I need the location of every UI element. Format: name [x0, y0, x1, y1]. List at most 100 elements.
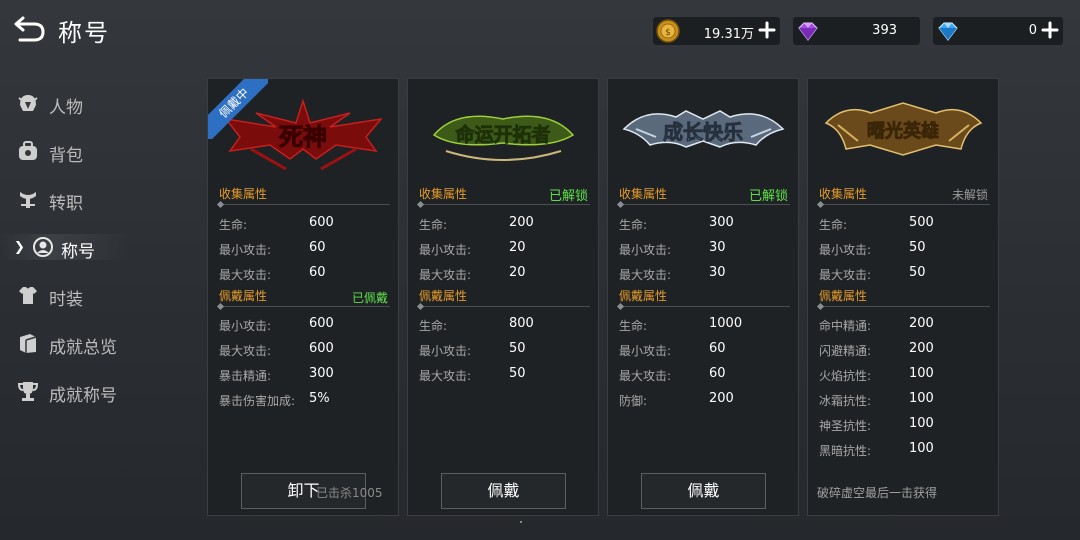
purple-gem-currency: 393 [793, 17, 920, 45]
stat-row: 暴击伤害加成: 5% [219, 391, 330, 408]
destiny-pioneer-emblem: 命运开拓者 [432, 115, 575, 161]
emblem-text: 曙光英雄 [867, 120, 939, 142]
divider-dot [216, 200, 225, 209]
sidebar-item-label: 称号 [61, 242, 95, 262]
stat-row: 命中精通: 200 [819, 316, 934, 333]
equip-button[interactable]: 佩戴 [441, 473, 566, 509]
stat-row: 生命: 1000 [619, 316, 743, 333]
svg-text:$: $ [665, 28, 671, 38]
trophy-icon [17, 382, 39, 401]
stat-row: 生命: 200 [419, 215, 534, 232]
costume-icon [19, 287, 37, 304]
stat-row: 最小攻击: 60 [619, 341, 726, 358]
divider [619, 306, 790, 307]
chevron-right-icon: ❯ [14, 240, 25, 255]
sidebar-item-title[interactable]: ❯ 称号 [0, 226, 200, 266]
stat-row: 最大攻击: 20 [419, 265, 526, 282]
emblem-text: 死神 [279, 123, 327, 151]
stat-row: 生命: 300 [619, 215, 734, 232]
back-button[interactable] [14, 14, 46, 44]
sidebar-item-label: 转职 [49, 194, 83, 214]
title-icon [33, 237, 53, 257]
collect-attributes-label: 收集属性 [419, 187, 468, 201]
divider [419, 204, 590, 205]
add-gold-button[interactable] [757, 19, 777, 41]
divider [819, 204, 990, 205]
wear-attributes-label: 佩戴属性 [419, 289, 468, 303]
acquire-source-text: 破碎虚空最后一击获得 [817, 486, 938, 500]
sidebar-item-achievements[interactable]: 成就总览 [0, 322, 200, 362]
wear-attributes-label: 佩戴属性 [619, 289, 668, 303]
stat-row: 最小攻击: 20 [419, 240, 526, 257]
dawn-hero-emblem: 曙光英雄 [824, 102, 983, 156]
wearing-badge: 佩戴中 [208, 79, 268, 139]
stat-row: 生命: 600 [219, 215, 334, 232]
title-card: 死神 佩戴中 收集属性 生命: 600 最小攻击: 60 最大攻击: 60 佩戴属性 … [207, 78, 399, 516]
sidebar-item-bag[interactable]: 背包 [0, 130, 200, 170]
title-card: 命运开拓者 收集属性 已解锁 生命: 200 最小攻击: 20 最大攻击: 20 佩戴… [407, 78, 599, 516]
emblem-text: 成长快乐 [663, 120, 743, 144]
divider-dot [616, 302, 625, 311]
unlock-status: 已解锁 [748, 189, 788, 204]
divider [419, 306, 590, 307]
kill-count-text: 已击杀1005 [316, 486, 383, 500]
stat-row: 最小攻击: 600 [219, 316, 334, 333]
achievement-book-icon [20, 334, 37, 353]
stat-row: 最小攻击: 60 [219, 240, 326, 257]
collect-attributes-label: 收集属性 [819, 187, 868, 201]
divider-dot [816, 302, 825, 311]
stat-row: 最大攻击: 30 [619, 265, 726, 282]
stat-row: 暴击精通: 300 [219, 366, 334, 383]
emblem-text: 命运开拓者 [455, 123, 550, 146]
blue-diamond-icon [938, 22, 958, 41]
divider-dot [616, 200, 625, 209]
gold-value: 19.31万 [703, 27, 754, 42]
worn-status: 已佩戴 [351, 291, 388, 305]
gold-currency: $ 19.31万 [653, 17, 780, 45]
stat-row: 神圣抗性: 100 [819, 416, 934, 433]
stat-row: 最小攻击: 30 [619, 240, 726, 257]
equip-button[interactable]: 佩戴 [641, 473, 766, 509]
sidebar-item-character[interactable]: 人物 [0, 82, 200, 122]
stat-row: 生命: 500 [819, 215, 934, 232]
sidebar-item-label: 成就总览 [49, 338, 117, 358]
wear-attributes-label: 佩戴属性 [819, 289, 868, 303]
stat-row: 最大攻击: 50 [419, 366, 526, 383]
divider [219, 204, 390, 205]
purple-gem-icon [798, 22, 818, 41]
sidebar-item-class-change[interactable]: 转职 [0, 178, 200, 218]
sidebar-item-achievement-titles[interactable]: 成就称号 [0, 370, 200, 410]
title-card: 成长快乐 收集属性 已解锁 生命: 300 最小攻击: 30 最大攻击: 30 佩戴属… [607, 78, 799, 516]
stat-row: 最大攻击: 600 [219, 341, 334, 358]
header-bar: 称号 $ 19.31万 393 0 [0, 0, 1080, 60]
stat-row: 火焰抗性: 100 [819, 366, 934, 383]
stat-row: 最大攻击: 60 [619, 366, 726, 383]
collect-attributes-label: 收集属性 [619, 187, 668, 201]
sidebar-item-label: 成就称号 [49, 386, 117, 406]
divider [219, 306, 390, 307]
purple-gem-value: 393 [872, 23, 897, 38]
page-indicator-dot [520, 521, 522, 523]
stat-row: 最小攻击: 50 [819, 240, 926, 257]
stat-row: 最大攻击: 50 [819, 265, 926, 282]
divider-dot [816, 200, 825, 209]
divider-dot [416, 302, 425, 311]
lock-status: 未解锁 [951, 188, 988, 202]
helmet-icon [18, 95, 38, 111]
stat-row: 最小攻击: 50 [419, 341, 526, 358]
sidebar-item-label: 人物 [49, 98, 83, 118]
stat-row: 生命: 800 [419, 316, 534, 333]
title-card: 曙光英雄 收集属性 未解锁 生命: 500 最小攻击: 50 最大攻击: 50 佩戴属… [807, 78, 999, 516]
sidebar-item-label: 时装 [49, 290, 83, 310]
sidebar-item-costume[interactable]: 时装 [0, 274, 200, 314]
stat-row: 黑暗抗性: 100 [819, 441, 934, 458]
collect-attributes-label: 收集属性 [219, 187, 268, 201]
stat-row: 冰霜抗性: 100 [819, 391, 934, 408]
sidebar-item-label: 背包 [49, 146, 83, 166]
divider [819, 306, 990, 307]
stat-row: 闪避精通: 200 [819, 341, 934, 358]
divider-dot [216, 302, 225, 311]
gold-coin-icon: $ [656, 19, 680, 43]
stat-row: 防御: 200 [619, 391, 734, 408]
add-diamond-button[interactable] [1040, 19, 1060, 41]
